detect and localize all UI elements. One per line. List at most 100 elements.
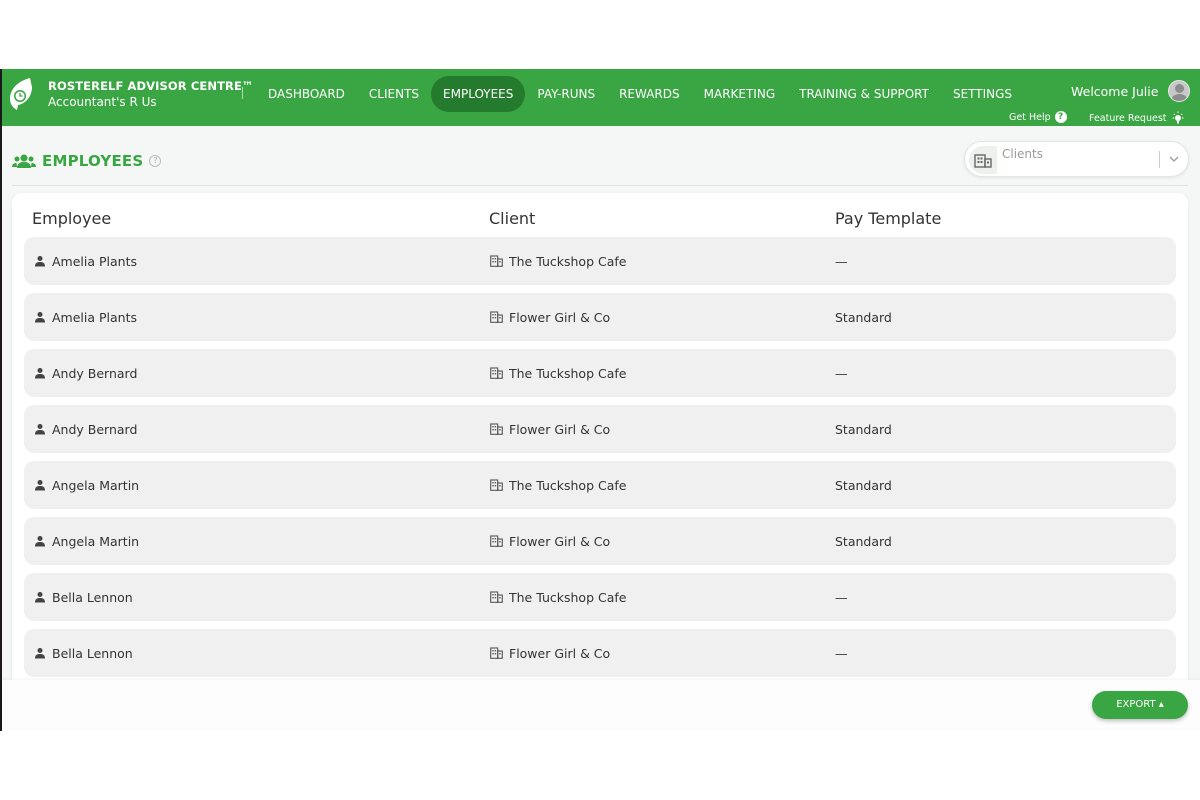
employee-cell[interactable]: Angela Martin bbox=[34, 461, 139, 509]
table-row[interactable]: Amelia Plants The Tuckshop Cafe — bbox=[24, 237, 1176, 285]
nav-item-settings[interactable]: SETTINGS bbox=[941, 76, 1024, 112]
nav-item-dashboard[interactable]: DASHBOARD bbox=[256, 76, 357, 112]
nav-item-employees[interactable]: EMPLOYEES bbox=[431, 76, 526, 112]
table-row[interactable]: Bella Lennon The Tuckshop Cafe — bbox=[24, 573, 1176, 621]
main-nav: DASHBOARD CLIENTS EMPLOYEES PAY-RUNS REW… bbox=[256, 76, 1024, 112]
pay-template-cell: — bbox=[835, 237, 848, 285]
table-row[interactable]: Andy Bernard The Tuckshop Cafe — bbox=[24, 349, 1176, 397]
person-icon bbox=[35, 536, 45, 547]
pay-template-value: — bbox=[835, 645, 848, 661]
brand-divider bbox=[242, 87, 243, 99]
employee-name: Andy Bernard bbox=[52, 421, 138, 437]
table-row[interactable]: Angela Martin Flower Girl & Co Standard bbox=[24, 517, 1176, 565]
employee-cell[interactable]: Bella Lennon bbox=[34, 629, 133, 677]
building-icon bbox=[490, 367, 503, 379]
table-row[interactable]: Andy Bernard Flower Girl & Co Standard bbox=[24, 405, 1176, 453]
employee-cell[interactable]: Andy Bernard bbox=[34, 349, 137, 397]
user-avatar[interactable] bbox=[1168, 80, 1190, 102]
client-cell: Flower Girl & Co bbox=[490, 517, 610, 565]
table-row[interactable]: Amelia Plants Flower Girl & Co Standard bbox=[24, 293, 1176, 341]
client-cell: Flower Girl & Co bbox=[490, 405, 610, 453]
client-name: Flower Girl & Co bbox=[509, 421, 611, 437]
clients-filter-placeholder: Clients bbox=[1002, 147, 1043, 161]
employee-name: Amelia Plants bbox=[52, 309, 138, 325]
client-name: The Tuckshop Cafe bbox=[509, 477, 627, 493]
brand-title: ROSTERELF ADVISOR CENTRE™ bbox=[48, 79, 254, 93]
pay-template-value: Standard bbox=[835, 533, 892, 549]
app-window: ROSTERELF ADVISOR CENTRE™ Accountant's R… bbox=[0, 69, 1200, 731]
person-icon bbox=[35, 592, 45, 603]
employee-cell[interactable]: Amelia Plants bbox=[34, 293, 137, 341]
table-row[interactable]: Angela Martin The Tuckshop Cafe Standard bbox=[24, 461, 1176, 509]
column-header-pay-template[interactable]: Pay Template bbox=[835, 209, 941, 228]
building-icon bbox=[490, 591, 503, 603]
question-icon: ? bbox=[1054, 111, 1067, 123]
pay-template-cell: — bbox=[835, 629, 848, 677]
clients-filter-select[interactable]: Clients bbox=[964, 141, 1189, 177]
employee-cell[interactable]: Andy Bernard bbox=[34, 405, 137, 453]
nav-item-clients[interactable]: CLIENTS bbox=[357, 76, 431, 112]
employee-name: Amelia Plants bbox=[52, 253, 138, 269]
building-icon bbox=[490, 535, 503, 547]
help-info-icon[interactable]: ? bbox=[149, 155, 162, 167]
building-icon bbox=[490, 255, 503, 267]
building-icon bbox=[974, 154, 992, 168]
export-button[interactable]: EXPORT ▴ bbox=[1092, 691, 1188, 719]
client-name: The Tuckshop Cafe bbox=[509, 253, 627, 269]
client-cell: The Tuckshop Cafe bbox=[490, 237, 626, 285]
building-icon bbox=[490, 647, 503, 659]
pay-template-value: — bbox=[835, 253, 848, 269]
page-title: EMPLOYEES bbox=[42, 152, 144, 170]
client-cell: The Tuckshop Cafe bbox=[490, 573, 626, 621]
nav-item-marketing[interactable]: MARKETING bbox=[692, 76, 788, 112]
building-icon bbox=[490, 479, 503, 491]
client-cell: Flower Girl & Co bbox=[490, 293, 610, 341]
column-header-client[interactable]: Client bbox=[489, 209, 535, 228]
pay-template-cell: Standard bbox=[835, 517, 892, 565]
brand-subtitle: Accountant's R Us bbox=[48, 95, 157, 109]
pay-template-cell: Standard bbox=[835, 461, 892, 509]
welcome-text: Welcome Julie bbox=[1071, 84, 1159, 99]
employee-name: Bella Lennon bbox=[52, 645, 133, 661]
client-name: The Tuckshop Cafe bbox=[509, 365, 627, 381]
top-navigation-bar: ROSTERELF ADVISOR CENTRE™ Accountant's R… bbox=[0, 69, 1200, 126]
rosterelf-logo-icon bbox=[10, 78, 32, 110]
client-name: Flower Girl & Co bbox=[509, 309, 611, 325]
client-cell: Flower Girl & Co bbox=[490, 629, 610, 677]
client-name: Flower Girl & Co bbox=[509, 533, 611, 549]
person-icon bbox=[35, 368, 45, 379]
building-icon-wrap bbox=[969, 146, 997, 174]
employee-cell[interactable]: Angela Martin bbox=[34, 517, 139, 565]
nav-item-pay-runs[interactable]: PAY-RUNS bbox=[525, 76, 607, 112]
pay-template-value: Standard bbox=[835, 309, 892, 325]
get-help-link[interactable]: Get Help ? bbox=[1009, 111, 1067, 123]
client-cell: The Tuckshop Cafe bbox=[490, 349, 626, 397]
pay-template-value: Standard bbox=[835, 477, 892, 493]
feature-request-link[interactable]: Feature Request bbox=[1089, 111, 1185, 125]
footer-bar: EXPORT ▴ bbox=[0, 680, 1200, 731]
employee-name: Bella Lennon bbox=[52, 589, 133, 605]
table-row[interactable]: Bella Lennon Flower Girl & Co — bbox=[24, 629, 1176, 677]
client-name: The Tuckshop Cafe bbox=[509, 589, 627, 605]
pay-template-cell: — bbox=[835, 349, 848, 397]
pay-template-value: Standard bbox=[835, 421, 892, 437]
employee-cell[interactable]: Amelia Plants bbox=[34, 237, 137, 285]
person-icon bbox=[35, 480, 45, 491]
pay-template-cell: Standard bbox=[835, 405, 892, 453]
person-icon bbox=[35, 648, 45, 659]
lightbulb-icon bbox=[1172, 111, 1184, 124]
person-icon bbox=[35, 424, 45, 435]
column-header-employee[interactable]: Employee bbox=[32, 209, 111, 228]
get-help-label: Get Help bbox=[1009, 111, 1051, 123]
employee-cell[interactable]: Bella Lennon bbox=[34, 573, 133, 621]
chevron-down-icon[interactable] bbox=[1168, 153, 1180, 165]
pay-template-value: — bbox=[835, 365, 848, 381]
employees-group-icon bbox=[12, 154, 36, 168]
nav-item-training-support[interactable]: TRAINING & SUPPORT bbox=[787, 76, 941, 112]
employee-name: Angela Martin bbox=[52, 477, 140, 493]
window-left-edge bbox=[0, 69, 2, 731]
feature-request-label: Feature Request bbox=[1089, 112, 1167, 124]
page-header: EMPLOYEES ? bbox=[12, 149, 162, 173]
nav-item-rewards[interactable]: REWARDS bbox=[607, 76, 692, 112]
employee-name: Andy Bernard bbox=[52, 365, 138, 381]
